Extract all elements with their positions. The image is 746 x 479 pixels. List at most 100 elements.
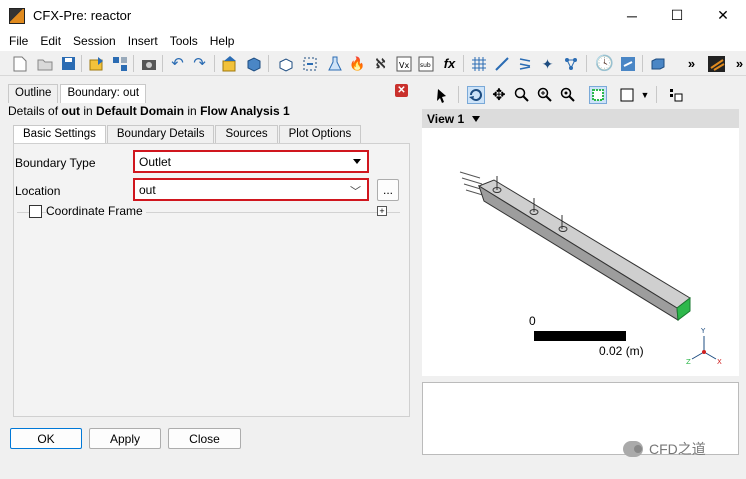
reset-view-icon[interactable] [619, 55, 636, 72]
wechat-icon [623, 441, 643, 457]
solver-control-icon[interactable]: ℵ [372, 55, 389, 72]
details-in: in [80, 104, 97, 118]
viewport-layout-icon[interactable] [618, 86, 636, 104]
zoom-box-icon[interactable] [536, 86, 554, 104]
view-label: View 1 [427, 111, 465, 126]
details-prefix: Details of [8, 104, 62, 118]
details-object: out [61, 104, 81, 118]
tab-outline[interactable]: Outline [8, 84, 59, 103]
redo-icon[interactable]: ↷ [191, 55, 208, 72]
select-pointer-icon[interactable] [434, 86, 452, 104]
monitor-points-icon[interactable] [562, 55, 579, 72]
menu-session[interactable]: Session [67, 34, 122, 48]
window-title: CFX-Pre: reactor [33, 8, 132, 23]
details-in-2: in [184, 104, 201, 118]
location-label: Location [15, 184, 61, 198]
menu-tools[interactable]: Tools [164, 34, 204, 48]
boundary-type-dropdown[interactable]: Outlet [133, 150, 369, 173]
boundary-icon[interactable] [301, 55, 318, 72]
display-mode-icon[interactable] [649, 55, 666, 72]
tab-boundary-out[interactable]: Boundary: out [60, 84, 147, 103]
minimize-button[interactable]: ─ [609, 0, 655, 31]
tab-boundary-details[interactable]: Boundary Details [106, 125, 215, 144]
camera-icon[interactable] [140, 55, 157, 72]
properties-icon[interactable] [667, 86, 685, 104]
import-mesh-icon[interactable] [88, 55, 105, 72]
menu-bar: File Edit Session Insert Tools Help [0, 31, 746, 51]
settings-tabs: Basic Settings Boundary Details Sources … [13, 125, 362, 144]
flask-icon[interactable] [326, 55, 343, 72]
menu-help[interactable]: Help [204, 34, 241, 48]
maximize-button[interactable]: ☐ [654, 0, 700, 31]
watermark: CFD之道 [623, 439, 706, 459]
location-combobox[interactable]: out ﹀ [133, 178, 369, 201]
fit-view-icon[interactable] [559, 86, 577, 104]
close-window-button[interactable]: ✕ [700, 0, 746, 31]
layout-dropdown-icon[interactable]: ▼ [636, 86, 654, 104]
location-value: out [139, 182, 156, 197]
flame-icon[interactable]: 🔥 [349, 55, 366, 72]
tab-sources[interactable]: Sources [215, 125, 278, 144]
line-icon[interactable] [493, 55, 510, 72]
location-browse-button[interactable]: ... [377, 179, 399, 201]
apply-button[interactable]: Apply [89, 428, 161, 449]
boundary-type-value: Outlet [139, 154, 172, 169]
view-selector[interactable]: View 1 [422, 109, 739, 128]
expression-icon[interactable]: fx [441, 55, 458, 72]
rotate-icon[interactable] [467, 86, 485, 104]
undo-icon[interactable]: ↶ [169, 55, 186, 72]
details-panel: Outline Boundary: out ✕ Details of out i… [3, 80, 416, 476]
import-icon[interactable] [221, 55, 238, 72]
point-icon[interactable]: ✦ [539, 55, 556, 72]
save-icon[interactable] [60, 55, 77, 72]
open-folder-icon[interactable] [36, 55, 53, 72]
new-file-icon[interactable] [11, 55, 28, 72]
svg-text:Vx: Vx [399, 61, 409, 70]
scale-zero-label: 0 [529, 314, 536, 328]
app-icon [9, 7, 25, 24]
axis-label-y: Y [700, 327, 706, 335]
ok-button[interactable]: OK [10, 428, 82, 449]
details-domain: Default Domain [96, 104, 185, 118]
axis-label-x: X [717, 358, 722, 366]
close-button[interactable]: Close [168, 428, 241, 449]
mesh-adapt-icon[interactable] [470, 55, 487, 72]
coordinate-frame-label: Coordinate Frame [46, 204, 146, 218]
scale-bar [534, 331, 626, 341]
watermark-text: CFD之道 [649, 441, 706, 457]
variable-icon[interactable]: Vx [395, 55, 412, 72]
menu-file[interactable]: File [3, 34, 34, 48]
details-heading: Details of out in Default Domain in Flow… [8, 104, 290, 118]
mesh-icon[interactable] [111, 55, 128, 72]
toolbar-overflow-right-icon[interactable]: » [731, 55, 746, 72]
tab-basic-settings[interactable]: Basic Settings [13, 125, 106, 144]
boundary-type-label: Boundary Type [15, 156, 96, 170]
close-icon[interactable]: ✕ [395, 84, 408, 97]
panel-tabs: Outline Boundary: out [8, 84, 148, 103]
menu-insert[interactable]: Insert [122, 34, 164, 48]
domain-icon[interactable] [277, 55, 294, 72]
coordinate-frame-checkbox[interactable] [29, 205, 42, 218]
main-toolbar: ↶ ↷ 🔥 ℵ Vx sub fx ✦ 🕓 » » [0, 51, 746, 76]
polyline-icon[interactable] [516, 55, 533, 72]
svg-text:sub: sub [420, 62, 431, 69]
scale-value-label: 0.02 (m) [599, 344, 644, 358]
zoom-icon[interactable] [513, 86, 531, 104]
expand-icon[interactable]: + [377, 206, 387, 216]
ansys-logo-icon [708, 55, 725, 72]
details-analysis: Flow Analysis 1 [200, 104, 290, 118]
title-bar: CFX-Pre: reactor ─ ☐ ✕ [0, 0, 746, 31]
view-dropdown-icon [472, 115, 481, 122]
subdomain-icon[interactable]: sub [417, 55, 434, 72]
highlight-icon[interactable] [589, 86, 607, 104]
dropdown-arrow-icon [353, 159, 361, 164]
pan-icon[interactable]: ✥ [490, 86, 508, 104]
toolbar-overflow-icon[interactable]: » [683, 55, 700, 72]
menu-edit[interactable]: Edit [34, 34, 67, 48]
tab-plot-options[interactable]: Plot Options [278, 125, 362, 144]
clock-icon[interactable]: 🕓 [595, 55, 614, 72]
coordinate-frame-row: Coordinate Frame + [17, 204, 400, 219]
cube-icon[interactable] [245, 55, 262, 72]
axis-label-z: Z [686, 358, 691, 366]
chevron-down-icon: ﹀ [350, 186, 361, 198]
